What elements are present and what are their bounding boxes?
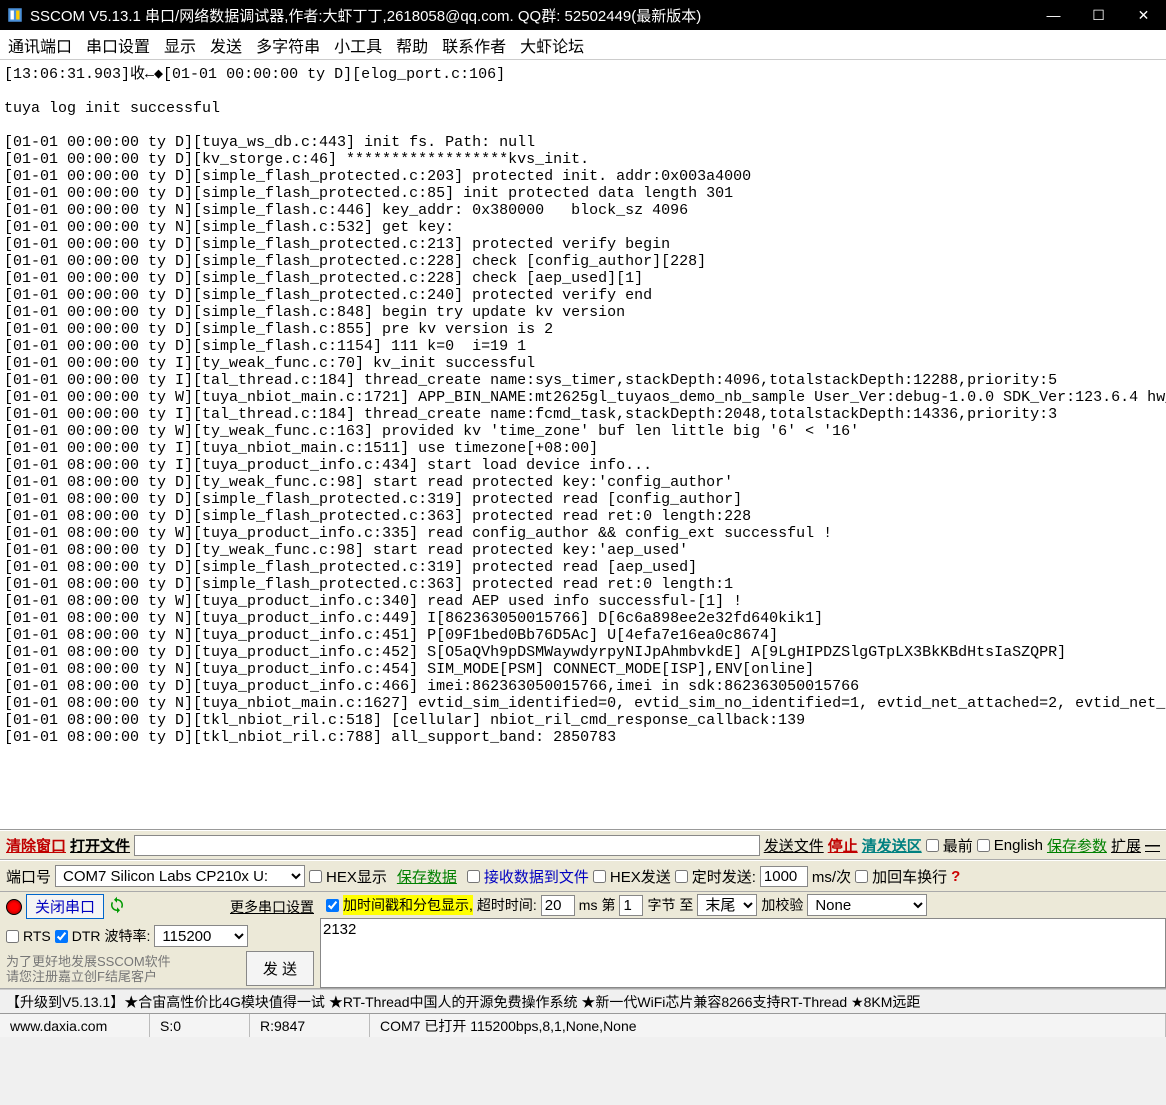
menu-serial-settings[interactable]: 串口设置 <box>86 33 150 57</box>
log-output[interactable]: [13:06:31.903]收←◆[01-01 00:00:00 ty D][e… <box>0 60 1166 830</box>
timeout-label: 超时时间: <box>477 895 537 915</box>
menu-port[interactable]: 通讯端口 <box>8 33 72 57</box>
crc-label: 加校验 <box>761 895 803 915</box>
hex-display-checkbox[interactable] <box>309 870 322 883</box>
port-select[interactable]: COM7 Silicon Labs CP210x U: <box>55 865 305 887</box>
clear-send-button[interactable]: 清发送区 <box>862 835 922 856</box>
timestamp-checkbox[interactable] <box>326 899 339 912</box>
timed-send-label: 定时发送: <box>692 866 756 887</box>
byte-from-label: 第 <box>601 895 615 915</box>
status-sent: S:0 <box>150 1014 250 1037</box>
topmost-label: 最前 <box>943 835 973 856</box>
promo-bar: 【升级到V5.13.1】★合宙高性价比4G模块值得一试 ★RT-Thread中国… <box>0 989 1166 1013</box>
dtr-checkbox[interactable] <box>55 930 68 943</box>
toolbar-row-1: 清除窗口 打开文件 发送文件 停止 清发送区 最前 English 保存参数 扩… <box>0 830 1166 860</box>
menu-help[interactable]: 帮助 <box>396 33 428 57</box>
baud-label: 波特率: <box>105 926 151 946</box>
expand-button[interactable]: 扩展 <box>1111 835 1141 856</box>
menu-forum[interactable]: 大虾论坛 <box>520 33 584 57</box>
timeout-input[interactable] <box>541 895 575 916</box>
minimize-button[interactable]: — <box>1031 0 1076 30</box>
statusbar: www.daxia.com S:0 R:9847 COM7 已打开 115200… <box>0 1013 1166 1037</box>
topmost-checkbox[interactable] <box>926 839 939 852</box>
timeout-unit: ms <box>579 897 598 913</box>
menu-contact[interactable]: 联系作者 <box>442 33 506 57</box>
stop-button[interactable]: 停止 <box>828 835 858 856</box>
record-icon[interactable] <box>6 899 22 915</box>
send-button[interactable]: 发 送 <box>246 951 314 986</box>
menubar: 通讯端口 串口设置 显示 发送 多字符串 小工具 帮助 联系作者 大虾论坛 <box>0 30 1166 60</box>
english-label: English <box>994 837 1043 854</box>
close-port-button[interactable]: 关闭串口 <box>26 894 104 919</box>
timed-send-checkbox[interactable] <box>675 870 688 883</box>
send-file-button[interactable]: 发送文件 <box>764 835 824 856</box>
byte-end-select[interactable]: 末尾 <box>697 894 757 916</box>
collapse-button[interactable]: — <box>1145 837 1160 854</box>
menu-multistring[interactable]: 多字符串 <box>256 33 320 57</box>
recv-to-file-label: 接收数据到文件 <box>484 866 589 887</box>
maximize-button[interactable]: ☐ <box>1076 0 1121 30</box>
byte-from-input[interactable] <box>619 895 643 916</box>
rts-checkbox[interactable] <box>6 930 19 943</box>
promo-text-2: 请您注册嘉立创F结尾客户 <box>6 969 171 984</box>
timestamp-label: 加时间戳和分包显示, <box>343 895 473 915</box>
hex-send-checkbox[interactable] <box>593 870 606 883</box>
titlebar: SSCOM V5.13.1 串口/网络数据调试器,作者:大虾丁丁,2618058… <box>0 0 1166 30</box>
add-crlf-checkbox[interactable] <box>855 870 868 883</box>
byte-to-label: 字节 至 <box>647 895 693 915</box>
status-url[interactable]: www.daxia.com <box>0 1014 150 1037</box>
menu-display[interactable]: 显示 <box>164 33 196 57</box>
window-title: SSCOM V5.13.1 串口/网络数据调试器,作者:大虾丁丁,2618058… <box>30 5 1031 26</box>
port-label: 端口号 <box>6 866 51 887</box>
promo-text-1: 为了更好地发展SSCOM软件 <box>6 954 171 969</box>
menu-tools[interactable]: 小工具 <box>334 33 382 57</box>
save-params-button[interactable]: 保存参数 <box>1047 835 1107 856</box>
close-button[interactable]: ✕ <box>1121 0 1166 30</box>
add-crlf-label: 加回车换行 <box>872 866 947 887</box>
recv-to-file-checkbox[interactable] <box>467 870 480 883</box>
interval-unit: ms/次 <box>812 866 851 887</box>
app-icon <box>6 6 24 24</box>
toolbar-row-2: 端口号 COM7 Silicon Labs CP210x U: HEX显示 保存… <box>0 860 1166 892</box>
status-port: COM7 已打开 115200bps,8,1,None,None <box>370 1014 1166 1037</box>
send-text-input[interactable] <box>320 918 1166 988</box>
baud-select[interactable]: 115200 <box>154 925 248 947</box>
open-file-button[interactable]: 打开文件 <box>70 835 130 856</box>
refresh-icon[interactable] <box>108 896 126 917</box>
file-path-input[interactable] <box>134 835 760 856</box>
english-checkbox[interactable] <box>977 839 990 852</box>
hex-display-label: HEX显示 <box>326 866 387 887</box>
hex-send-label: HEX发送 <box>610 866 671 887</box>
crc-select[interactable]: None <box>807 894 927 916</box>
rts-label: RTS <box>23 928 51 944</box>
help-icon[interactable]: ? <box>951 868 960 885</box>
more-settings-button[interactable]: 更多串口设置 <box>230 897 314 917</box>
interval-input[interactable] <box>760 866 808 887</box>
status-recv: R:9847 <box>250 1014 370 1037</box>
dtr-label: DTR <box>72 928 101 944</box>
menu-send[interactable]: 发送 <box>210 33 242 57</box>
save-data-button[interactable]: 保存数据 <box>391 866 463 887</box>
clear-window-button[interactable]: 清除窗口 <box>6 835 66 856</box>
